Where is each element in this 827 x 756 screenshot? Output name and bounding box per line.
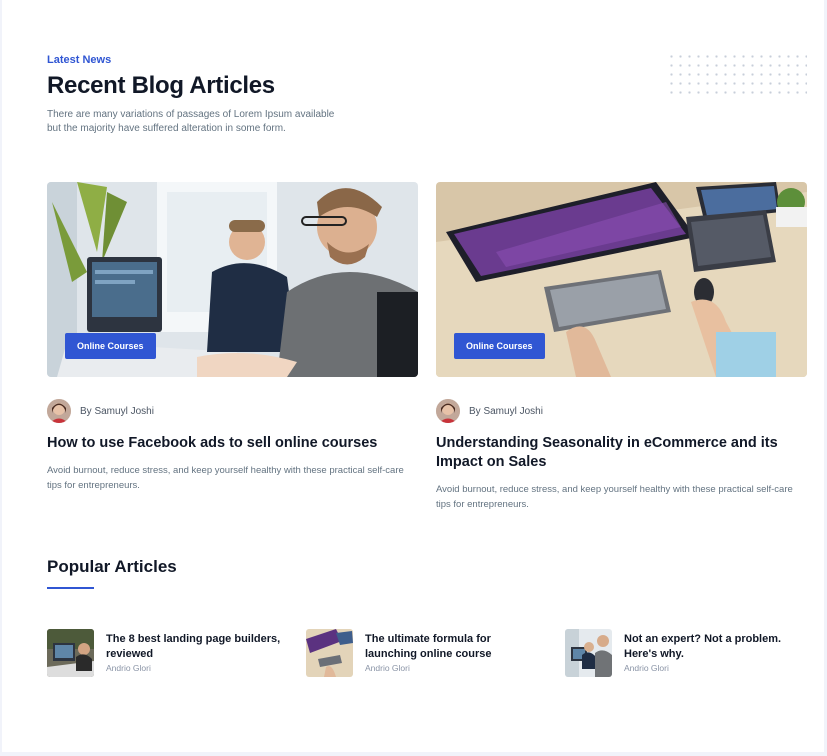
popular-article-thumbnail[interactable] <box>565 629 612 677</box>
author-byline: By Samuyl Joshi <box>436 399 543 423</box>
avatar <box>436 399 460 423</box>
category-tag[interactable]: Online Courses <box>65 333 156 359</box>
popular-article-text: The ultimate formula for launching onlin… <box>365 632 545 673</box>
author-name: By Samuyl Joshi <box>469 405 543 417</box>
popular-article-title[interactable]: The ultimate formula for launching onlin… <box>365 632 545 662</box>
author-byline: By Samuyl Joshi <box>47 399 154 423</box>
avatar <box>47 399 71 423</box>
blog-card-title[interactable]: How to use Facebook ads to sell online c… <box>47 434 418 453</box>
popular-articles-title: Popular Articles <box>47 557 177 576</box>
popular-article-item[interactable]: The 8 best landing page builders, review… <box>47 629 287 677</box>
section-description: There are many variations of passages of… <box>47 109 335 134</box>
blog-card[interactable]: Online Courses By Samuyl Joshi How to us… <box>47 182 418 491</box>
popular-article-author: Andrio Glori <box>365 663 410 673</box>
popular-article-author: Andrio Glori <box>106 663 151 673</box>
blog-section: Latest News Recent Blog Articles There a… <box>2 0 824 752</box>
popular-article-item[interactable]: The ultimate formula for launching onlin… <box>306 629 546 677</box>
blog-card[interactable]: Online Courses By Samuyl Joshi Understan… <box>436 182 807 510</box>
blog-card-excerpt: Avoid burnout, reduce stress, and keep y… <box>47 465 404 491</box>
popular-article-text: Not an expert? Not a problem. Here's why… <box>624 632 804 673</box>
popular-article-thumbnail[interactable] <box>47 629 94 677</box>
author-name: By Samuyl Joshi <box>80 405 154 417</box>
blog-card-excerpt: Avoid burnout, reduce stress, and keep y… <box>436 484 793 510</box>
popular-article-title[interactable]: The 8 best landing page builders, review… <box>106 632 286 662</box>
blog-card-image[interactable]: Online Courses <box>436 182 807 377</box>
popular-article-author: Andrio Glori <box>624 663 669 673</box>
dot-pattern-decoration <box>667 52 807 98</box>
category-tag[interactable]: Online Courses <box>454 333 545 359</box>
blog-card-image[interactable]: Online Courses <box>47 182 418 377</box>
section-eyebrow: Latest News <box>47 54 112 66</box>
popular-article-text: The 8 best landing page builders, review… <box>106 632 286 673</box>
popular-article-item[interactable]: Not an expert? Not a problem. Here's why… <box>565 629 805 677</box>
title-underline <box>47 587 94 589</box>
page-title: Recent Blog Articles <box>47 72 275 99</box>
popular-article-thumbnail[interactable] <box>306 629 353 677</box>
popular-article-title[interactable]: Not an expert? Not a problem. Here's why… <box>624 632 804 662</box>
blog-card-title[interactable]: Understanding Seasonality in eCommerce a… <box>436 434 807 472</box>
